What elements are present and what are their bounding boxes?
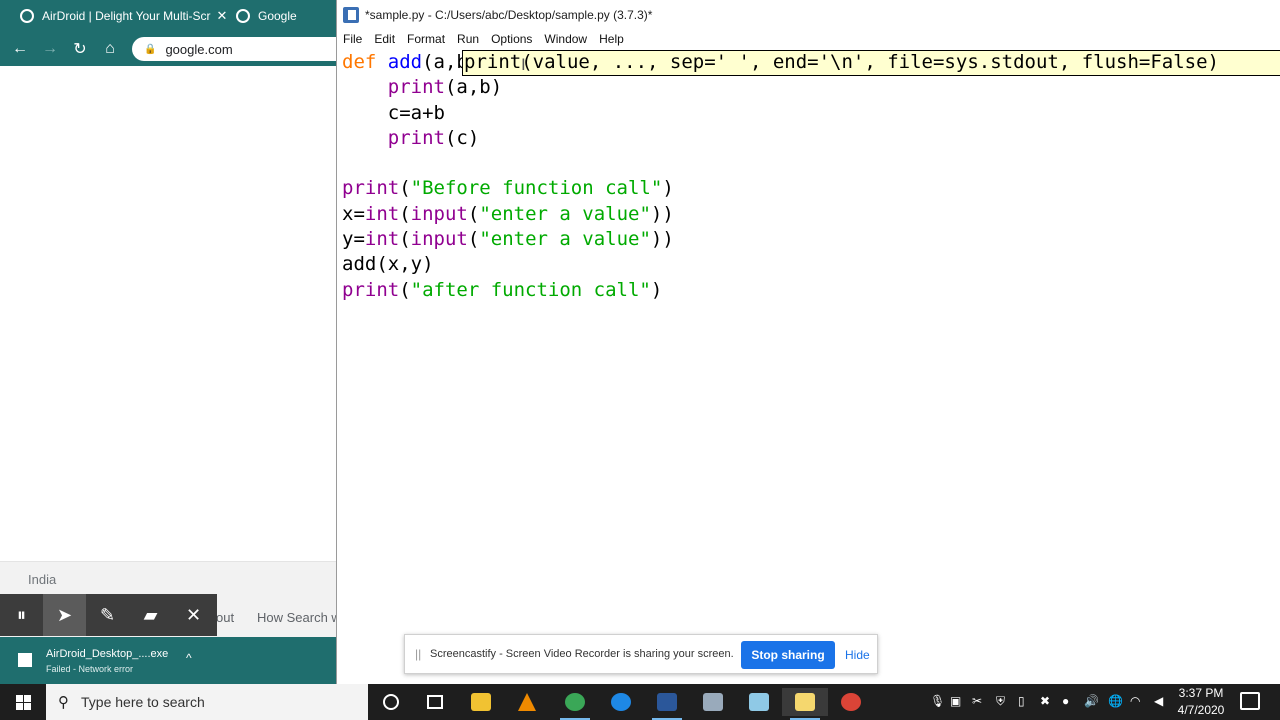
pause-icon[interactable]: ⏸ <box>0 594 43 636</box>
language-icon[interactable]: 🌐 <box>1108 694 1123 708</box>
vlc-icon[interactable] <box>504 688 550 716</box>
code-line: c=a+b <box>342 101 445 124</box>
footer-country: India <box>28 572 57 587</box>
code-line: x=int(input("enter a value")) <box>342 202 674 225</box>
window-title: *sample.py - C:/Users/abc/Desktop/sample… <box>365 8 653 22</box>
code-line: print(a,b) <box>387 76 503 99</box>
idle-editor-window: *sample.py - C:/Users/abc/Desktop/sample… <box>336 0 1280 684</box>
antivirus-icon[interactable]: ✖ <box>1040 694 1050 708</box>
task-view-icon[interactable] <box>412 688 458 716</box>
menu-help[interactable]: Help <box>593 32 630 46</box>
back-arrow-icon[interactable]: ← <box>5 34 35 64</box>
text-cursor-icon: I <box>521 55 526 74</box>
status-icon[interactable]: ● <box>1062 694 1069 708</box>
windows-start-icon[interactable] <box>0 684 46 720</box>
menu-bar: File Edit Format Run Options Window Help <box>337 30 1280 48</box>
menu-options[interactable]: Options <box>485 32 538 46</box>
menu-run[interactable]: Run <box>451 32 485 46</box>
download-status: Failed - Network error <box>46 664 134 674</box>
search-icon: ⚲ <box>58 694 69 711</box>
window-title-bar: *sample.py - C:/Users/abc/Desktop/sample… <box>337 0 1280 30</box>
download-bar: AirDroid_Desktop_....exe Failed - Networ… <box>0 637 336 684</box>
tab-title: AirDroid | Delight Your Multi-Scr <box>42 9 211 23</box>
code-line: print(c) <box>387 126 480 149</box>
close-icon[interactable]: ✕ <box>217 8 228 24</box>
clock-date[interactable]: 4/7/2020 <box>1177 703 1225 717</box>
tab-title: Google <box>258 9 297 23</box>
python-idle-icon[interactable] <box>782 688 828 720</box>
browser-tab-strip: AirDroid | Delight Your Multi-Scr ✕ Goog… <box>0 0 336 32</box>
pen-icon[interactable]: ✎ <box>86 594 129 636</box>
chrome-screencast-icon[interactable] <box>552 688 598 720</box>
download-filename[interactable]: AirDroid_Desktop_....exe <box>46 648 168 660</box>
footer-link-about[interactable]: out <box>216 610 234 625</box>
footer-link-how-search-works[interactable]: How Search w <box>257 610 336 625</box>
stop-sharing-button[interactable]: Stop sharing <box>741 641 835 669</box>
address-bar[interactable]: 🔒 google.com <box>132 37 336 61</box>
cortana-icon[interactable] <box>368 688 414 716</box>
google-icon <box>236 9 250 23</box>
python-file-icon <box>343 7 359 23</box>
home-icon[interactable]: ⌂ <box>95 34 125 64</box>
app-tray-icon[interactable]: ▣ <box>950 694 961 708</box>
notepad-icon[interactable] <box>736 688 782 716</box>
menu-window[interactable]: Window <box>538 32 593 46</box>
code-line: print("Before function call") <box>342 177 674 200</box>
drag-handle-icon[interactable]: || <box>415 647 421 661</box>
forward-arrow-icon[interactable]: → <box>35 34 65 64</box>
wifi-icon[interactable]: ◠ <box>1130 694 1140 708</box>
code-line: print("after function call") <box>342 278 663 301</box>
notification-icon[interactable] <box>1240 692 1260 710</box>
sync-app-icon[interactable] <box>598 688 644 716</box>
file-icon <box>18 653 32 667</box>
screen-sharing-bar: || Screencastify - Screen Video Recorder… <box>404 634 878 674</box>
tab-airdroid[interactable]: AirDroid | Delight Your Multi-Scr ✕ <box>20 0 230 32</box>
address-text: google.com <box>165 41 233 57</box>
chevron-up-icon[interactable]: ^ <box>186 651 192 665</box>
menu-format[interactable]: Format <box>401 32 451 46</box>
airdroid-icon <box>20 9 34 23</box>
taskbar-search-input[interactable]: ⚲ Type here to search <box>46 684 368 720</box>
highlighter-icon[interactable]: ▰ <box>129 594 172 636</box>
hide-button[interactable]: Hide <box>845 648 870 662</box>
reload-icon[interactable]: ↻ <box>65 34 95 64</box>
chrome-icon[interactable] <box>828 688 874 716</box>
lock-icon: 🔒 <box>144 43 157 55</box>
taskbar: ⚲ Type here to search 🎙 ▣ ✂ ⛨ ▯ ✖ ● 🔊 🌐 … <box>0 684 1280 720</box>
search-placeholder: Type here to search <box>81 694 205 710</box>
browser-window: AirDroid | Delight Your Multi-Scr ✕ Goog… <box>0 0 336 684</box>
cursor-icon[interactable]: ➤ <box>43 594 86 636</box>
microphone-icon[interactable]: 🎙 <box>930 694 945 708</box>
file-explorer-icon[interactable] <box>458 688 504 716</box>
menu-edit[interactable]: Edit <box>368 32 401 46</box>
paint-icon[interactable] <box>690 688 736 716</box>
volume-icon[interactable]: 🔊 <box>1084 694 1099 708</box>
browser-toolbar: ← → ↻ ⌂ 🔒 google.com <box>0 32 336 66</box>
code-line: add(x,y) <box>342 253 434 276</box>
google-footer: India <box>0 561 336 597</box>
speaker-icon[interactable]: ◀ <box>1154 694 1163 708</box>
shield-icon[interactable]: ⛨ <box>996 694 1005 709</box>
word-icon[interactable] <box>644 688 690 720</box>
tab-google[interactable]: Google <box>236 0 336 32</box>
annotation-toolbar: ⏸ ➤ ✎ ▰ ✕ <box>0 594 217 636</box>
code-editor[interactable]: def add(a,b): print(a,b) c=a+b print(c) … <box>342 50 1280 630</box>
close-icon[interactable]: ✕ <box>172 594 215 636</box>
menu-file[interactable]: File <box>337 32 368 46</box>
code-line: y=int(input("enter a value")) <box>342 228 674 251</box>
sharing-message: Screencastify - Screen Video Recorder is… <box>430 648 734 660</box>
tool-tray-icon[interactable]: ✂ <box>972 694 982 708</box>
calltip-tooltip: print(value, ..., sep=' ', end='\n', fil… <box>462 50 1280 76</box>
usb-icon[interactable]: ▯ <box>1018 694 1025 708</box>
clock-time[interactable]: 3:37 PM <box>1177 686 1225 700</box>
